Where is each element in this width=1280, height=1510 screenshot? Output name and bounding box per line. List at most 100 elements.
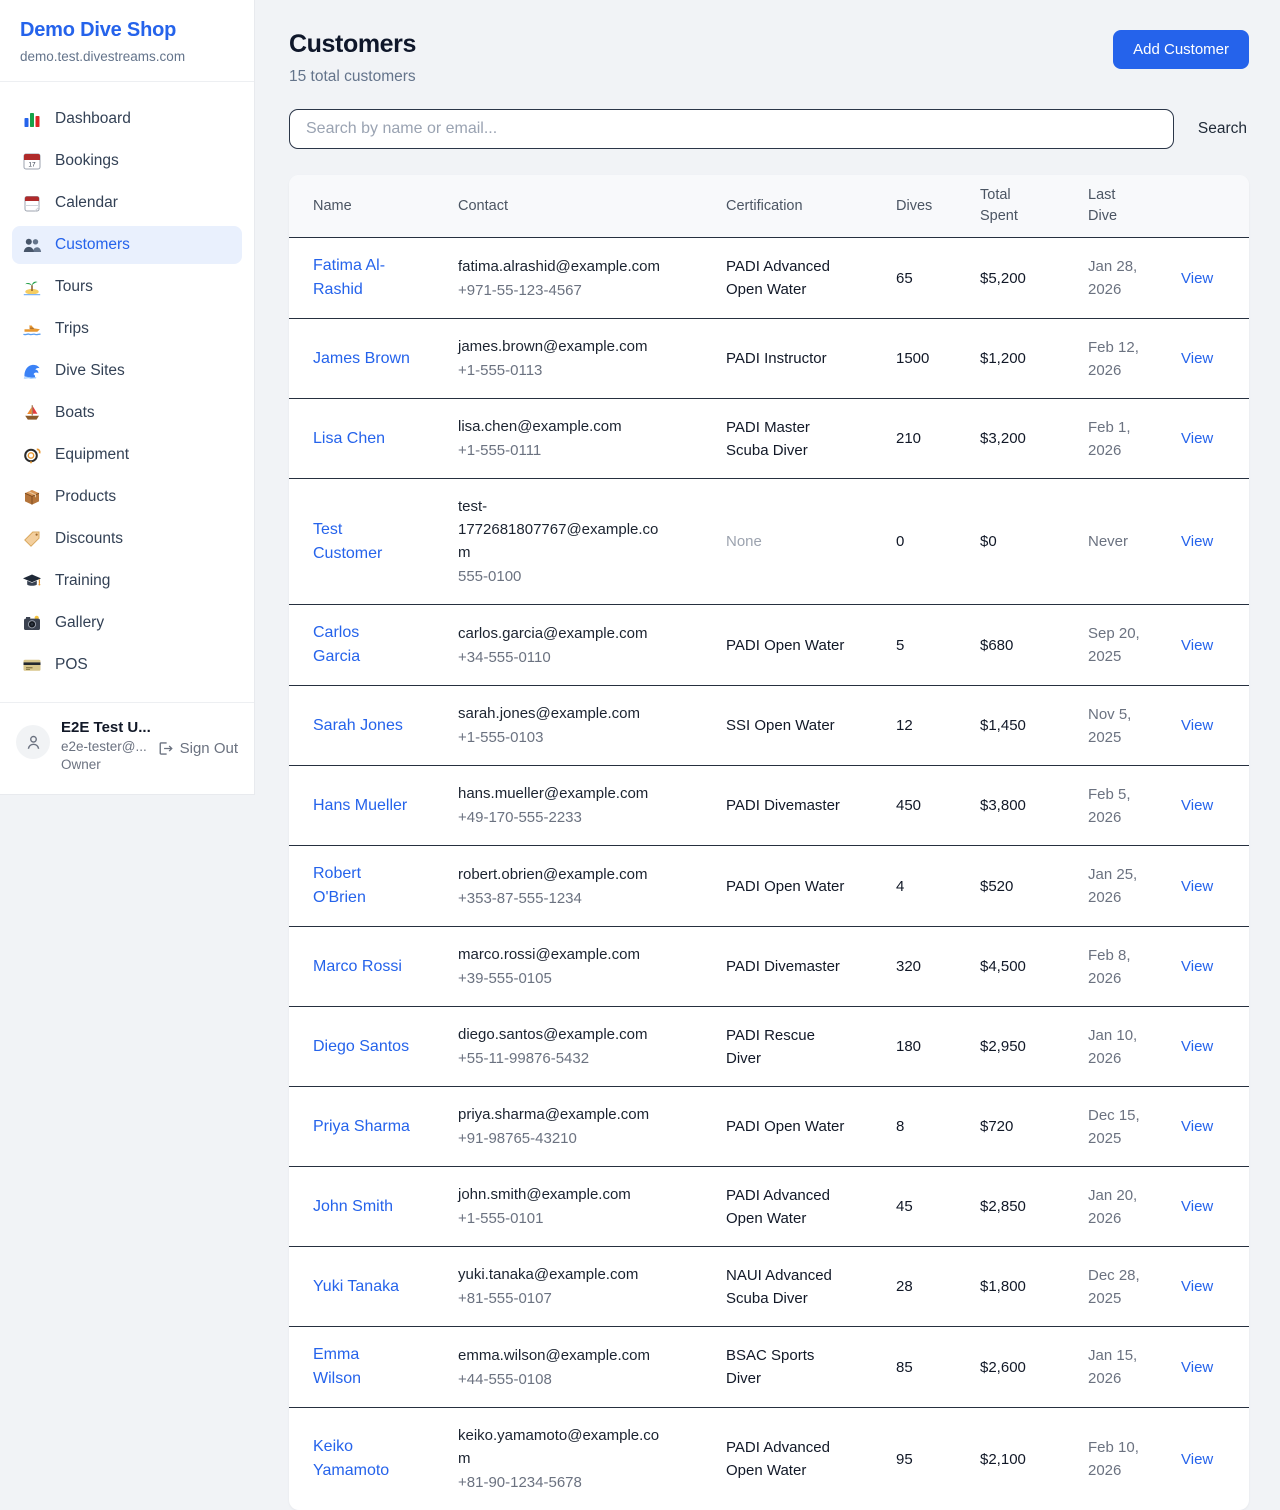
customer-dives: 0 [896,514,980,569]
view-link[interactable]: View [1181,1359,1213,1376]
customer-total-spent: $2,600 [980,1340,1088,1395]
customer-name-link[interactable]: James Brown [313,350,410,367]
sidebar-item-products[interactable]: Products [12,478,242,516]
customer-last-dive: Jan 10, 2026 [1088,1008,1181,1086]
sidebar-item-customers[interactable]: Customers [12,226,242,264]
customer-certification: None [726,533,762,550]
customer-last-dive: Jan 20, 2026 [1088,1168,1181,1246]
sidebar-item-label: Equipment [55,446,129,464]
customer-phone: +91-98765-43210 [458,1127,666,1150]
customer-phone: +39-555-0105 [458,967,666,990]
customer-last-dive: Sep 20, 2025 [1088,606,1181,684]
customer-dives: 45 [896,1179,980,1234]
customer-total-spent: $5,200 [980,251,1088,306]
customer-dives: 5 [896,618,980,673]
customer-certification: PADI Master Scuba Diver [726,419,810,459]
customer-total-spent: $2,950 [980,1019,1088,1074]
customer-total-spent: $3,200 [980,411,1088,466]
sidebar-item-boats[interactable]: Boats [12,394,242,432]
sidebar-item-label: Calendar [55,194,118,212]
sidebar-item-bookings[interactable]: 17Bookings [12,142,242,180]
customer-phone: +44-555-0108 [458,1368,666,1391]
customer-name-link[interactable]: Marco Rossi [313,958,402,975]
view-link[interactable]: View [1181,430,1213,447]
customer-last-dive: Jan 15, 2026 [1088,1328,1181,1406]
customer-total-spent: $720 [980,1099,1088,1154]
customer-name-link[interactable]: Carlos Garcia [313,624,360,665]
sidebar-item-gallery[interactable]: Gallery [12,604,242,642]
table-row: John Smithjohn.smith@example.com+1-555-0… [289,1167,1249,1247]
view-link[interactable]: View [1181,797,1213,814]
search-input[interactable] [289,109,1174,149]
add-customer-button[interactable]: Add Customer [1113,30,1249,69]
view-link[interactable]: View [1181,1198,1213,1215]
view-link[interactable]: View [1181,878,1213,895]
customer-certification: PADI Advanced Open Water [726,1439,830,1479]
customer-email: hans.mueller@example.com [458,782,666,805]
customer-name-link[interactable]: Priya Sharma [313,1118,410,1135]
customer-name-link[interactable]: Diego Santos [313,1038,409,1055]
view-link[interactable]: View [1181,350,1213,367]
sidebar-item-calendar[interactable]: Calendar [12,184,242,222]
page-title: Customers [289,30,416,59]
customer-certification: PADI Divemaster [726,958,840,975]
view-link[interactable]: View [1181,958,1213,975]
sailboat-icon [22,403,42,423]
sign-out-button[interactable]: Sign Out [156,740,238,757]
view-link[interactable]: View [1181,717,1213,734]
tag-icon [22,529,42,549]
customer-certification: PADI Advanced Open Water [726,1187,830,1227]
customer-certification: PADI Rescue Diver [726,1027,815,1067]
customer-dives: 8 [896,1099,980,1154]
table-row: Lisa Chenlisa.chen@example.com+1-555-011… [289,399,1249,479]
search-button[interactable]: Search [1196,112,1249,146]
customer-name-link[interactable]: Sarah Jones [313,717,403,734]
column-header-last-dive: Last Dive [1088,175,1181,237]
sidebar-item-trips[interactable]: Trips [12,310,242,348]
sidebar-item-training[interactable]: Training [12,562,242,600]
customer-name-link[interactable]: Robert O'Brien [313,865,366,906]
customer-phone: +81-90-1234-5678 [458,1471,666,1494]
sidebar-item-label: Discounts [55,530,123,548]
view-link[interactable]: View [1181,1118,1213,1135]
search-row: Search [289,109,1249,149]
customer-total-spent: $1,200 [980,331,1088,386]
customer-dives: 210 [896,411,980,466]
customers-table: NameContactCertificationDivesTotal Spent… [289,175,1249,1510]
customer-name-link[interactable]: Lisa Chen [313,430,385,447]
sidebar-item-tours[interactable]: Tours [12,268,242,306]
customer-name-link[interactable]: Test Customer [313,521,382,562]
sidebar-item-discounts[interactable]: Discounts [12,520,242,558]
customer-name-link[interactable]: Keiko Yamamoto [313,1438,389,1479]
customer-certification: BSAC Sports Diver [726,1347,814,1387]
sidebar-item-dive-sites[interactable]: Dive Sites [12,352,242,390]
view-link[interactable]: View [1181,1038,1213,1055]
customer-phone: +1-555-0113 [458,359,666,382]
customer-name-link[interactable]: Yuki Tanaka [313,1278,399,1295]
sidebar-item-label: Gallery [55,614,104,632]
graduation-cap-icon [22,571,42,591]
customer-last-dive: Feb 1, 2026 [1088,400,1181,478]
sidebar-item-pos[interactable]: POS [12,646,242,684]
customer-name-link[interactable]: Fatima Al-Rashid [313,257,385,298]
customer-dives: 450 [896,778,980,833]
customer-dives: 85 [896,1340,980,1395]
customer-total-spent: $3,800 [980,778,1088,833]
diving-mask-icon [22,445,42,465]
customer-name-link[interactable]: Hans Mueller [313,797,407,814]
sidebar-item-dashboard[interactable]: Dashboard [12,100,242,138]
table-row: Carlos Garciacarlos.garcia@example.com+3… [289,605,1249,686]
table-row: Test Customertest-1772681807767@example.… [289,479,1249,605]
people-icon [22,235,42,255]
view-link[interactable]: View [1181,1278,1213,1295]
view-link[interactable]: View [1181,533,1213,550]
view-link[interactable]: View [1181,1451,1213,1468]
customer-total-spent: $0 [980,514,1088,569]
sidebar-item-equipment[interactable]: Equipment [12,436,242,474]
sign-out-icon [156,740,173,757]
view-link[interactable]: View [1181,270,1213,287]
view-link[interactable]: View [1181,637,1213,654]
customer-name-link[interactable]: John Smith [313,1198,393,1215]
customer-name-link[interactable]: Emma Wilson [313,1346,361,1387]
column-header-certification: Certification [726,186,896,227]
